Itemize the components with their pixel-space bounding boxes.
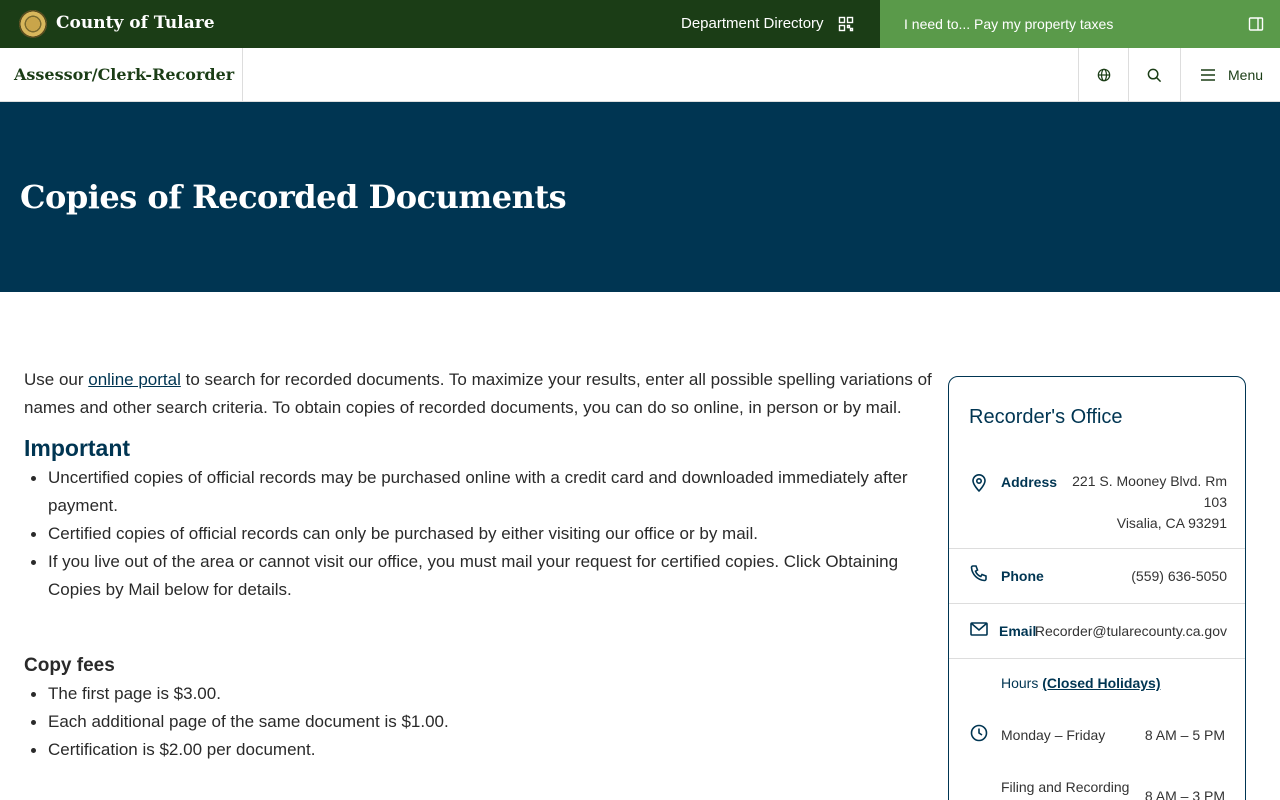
hamburger-icon xyxy=(1201,69,1215,81)
email-label: Email xyxy=(999,623,1037,639)
phone-link[interactable]: (559) 636-5050 xyxy=(1131,566,1227,587)
email-link[interactable]: Recorder@tularecounty.ca.gov xyxy=(1035,621,1227,642)
hours-label: Hours xyxy=(1001,675,1043,691)
address-line-1: 221 S. Mooney Blvd. Rm xyxy=(1072,473,1227,489)
county-seal-logo[interactable] xyxy=(19,10,47,38)
filing-hours: 8 AM – 3 PM xyxy=(1144,788,1225,800)
list-item: Certified copies of official records can… xyxy=(24,520,940,548)
menu-label: Menu xyxy=(1228,67,1264,83)
hero-banner: Copies of Recorded Documents xyxy=(0,102,1280,292)
weekday-hours: 8 AM – 5 PM xyxy=(1144,727,1225,743)
county-name-link[interactable]: County of Tulare xyxy=(56,13,215,33)
phone-label: Phone xyxy=(1001,568,1044,584)
address-value: 221 S. Mooney Blvd. Rm 103 Visalia, CA 9… xyxy=(1072,471,1227,534)
closed-holidays-link[interactable]: (Closed Holidays) xyxy=(1042,675,1160,691)
clock-icon xyxy=(970,724,988,742)
divider xyxy=(242,48,243,102)
department-bar: Assessor/Clerk-Recorder Menu xyxy=(0,48,1280,102)
phone-row: Phone (559) 636-5050 xyxy=(949,549,1245,604)
search-button[interactable] xyxy=(1128,48,1180,102)
menu-button[interactable]: Menu xyxy=(1180,48,1280,102)
i-need-to-text[interactable]: I need to... Pay my property taxes xyxy=(904,16,1113,32)
top-bar: County of Tulare Department Directory I … xyxy=(0,0,1280,48)
online-portal-link[interactable]: online portal xyxy=(88,370,181,389)
address-row: Address 221 S. Mooney Blvd. Rm 103 Visal… xyxy=(949,457,1245,549)
phone-icon xyxy=(970,565,987,582)
grid-icon[interactable] xyxy=(838,16,854,32)
weekday-label: Monday – Friday xyxy=(1001,727,1106,743)
address-line-3: Visalia, CA 93291 xyxy=(1116,515,1227,531)
department-directory-link[interactable]: Department Directory xyxy=(681,15,824,32)
i-need-to-bar[interactable]: I need to... Pay my property taxes xyxy=(880,0,1280,48)
recorders-office-card: Recorder's Office Address 221 S. Mooney … xyxy=(948,376,1246,800)
side-panel-icon[interactable] xyxy=(1248,16,1264,32)
copy-fees-heading: Copy fees xyxy=(24,655,115,676)
mail-icon xyxy=(970,622,988,636)
important-list: Uncertified copies of official records m… xyxy=(24,464,940,604)
language-button[interactable] xyxy=(1078,48,1128,102)
location-pin-icon xyxy=(972,474,986,493)
address-line-2: 103 xyxy=(1203,494,1227,510)
list-item: If you live out of the area or cannot vi… xyxy=(24,548,940,604)
fees-list: The first page is $3.00. Each additional… xyxy=(24,680,940,764)
intro-paragraph: Use our online portal to search for reco… xyxy=(24,366,940,422)
page-title: Copies of Recorded Documents xyxy=(20,178,567,216)
list-item: Uncertified copies of official records m… xyxy=(24,464,940,520)
list-item: The first page is $3.00. xyxy=(24,680,940,708)
important-heading: Important xyxy=(24,435,131,461)
search-icon xyxy=(1147,68,1162,82)
card-title: Recorder's Office xyxy=(969,406,1123,428)
address-label: Address xyxy=(1001,474,1058,490)
intro-text-before: Use our xyxy=(24,370,89,389)
main-content: Use our online portal to search for reco… xyxy=(24,366,940,764)
filing-label: Filing and Recording xyxy=(1001,779,1130,795)
email-row: Email Recorder@tularecounty.ca.gov xyxy=(949,604,1245,659)
list-item: Certification is $2.00 per document. xyxy=(24,736,940,764)
list-item: Each additional page of the same documen… xyxy=(24,708,940,736)
hours-heading: Hours (Closed Holidays) xyxy=(1001,675,1160,691)
globe-icon xyxy=(1097,68,1110,82)
department-name-link[interactable]: Assessor/Clerk-Recorder xyxy=(14,65,234,84)
